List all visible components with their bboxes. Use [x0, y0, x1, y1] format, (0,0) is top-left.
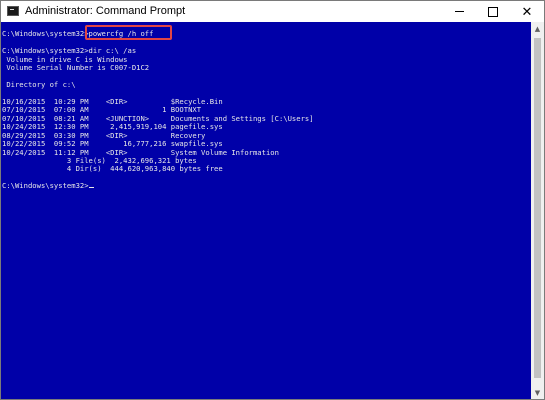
minimize-button[interactable]: [442, 1, 476, 22]
console-line: Directory of c:\: [2, 80, 76, 90]
scrollbar-thumb[interactable]: [534, 38, 541, 378]
close-icon: ✕: [521, 4, 533, 19]
console-line: Volume Serial Number is C007-D1C2: [2, 63, 150, 73]
console-line: 4 Dir(s) 444,620,963,840 bytes free: [2, 164, 223, 174]
command-highlight-box: [85, 25, 172, 40]
cmd-app-icon: [7, 6, 19, 16]
console-output[interactable]: C:\Windows\system32>powercfg /h off C:\Wi…: [2, 22, 530, 398]
console-line: C:\Windows\system32>powercfg /h off: [2, 29, 154, 39]
console-line: C:\Windows\system32>: [2, 181, 530, 190]
text-cursor: [88, 187, 94, 189]
scroll-up-icon[interactable]: ▲: [531, 22, 544, 35]
minimize-icon: [454, 11, 464, 12]
close-button[interactable]: ✕: [510, 1, 544, 22]
scroll-down-icon[interactable]: ▼: [531, 386, 544, 399]
window-title: Administrator: Command Prompt: [25, 5, 186, 17]
command-prompt-window: Administrator: Command Prompt ✕ C:\Windo…: [0, 0, 545, 400]
maximize-icon: [488, 6, 498, 17]
vertical-scrollbar[interactable]: ▲ ▼: [531, 22, 544, 399]
title-bar[interactable]: Administrator: Command Prompt ✕: [1, 1, 544, 22]
maximize-button[interactable]: [476, 1, 510, 22]
